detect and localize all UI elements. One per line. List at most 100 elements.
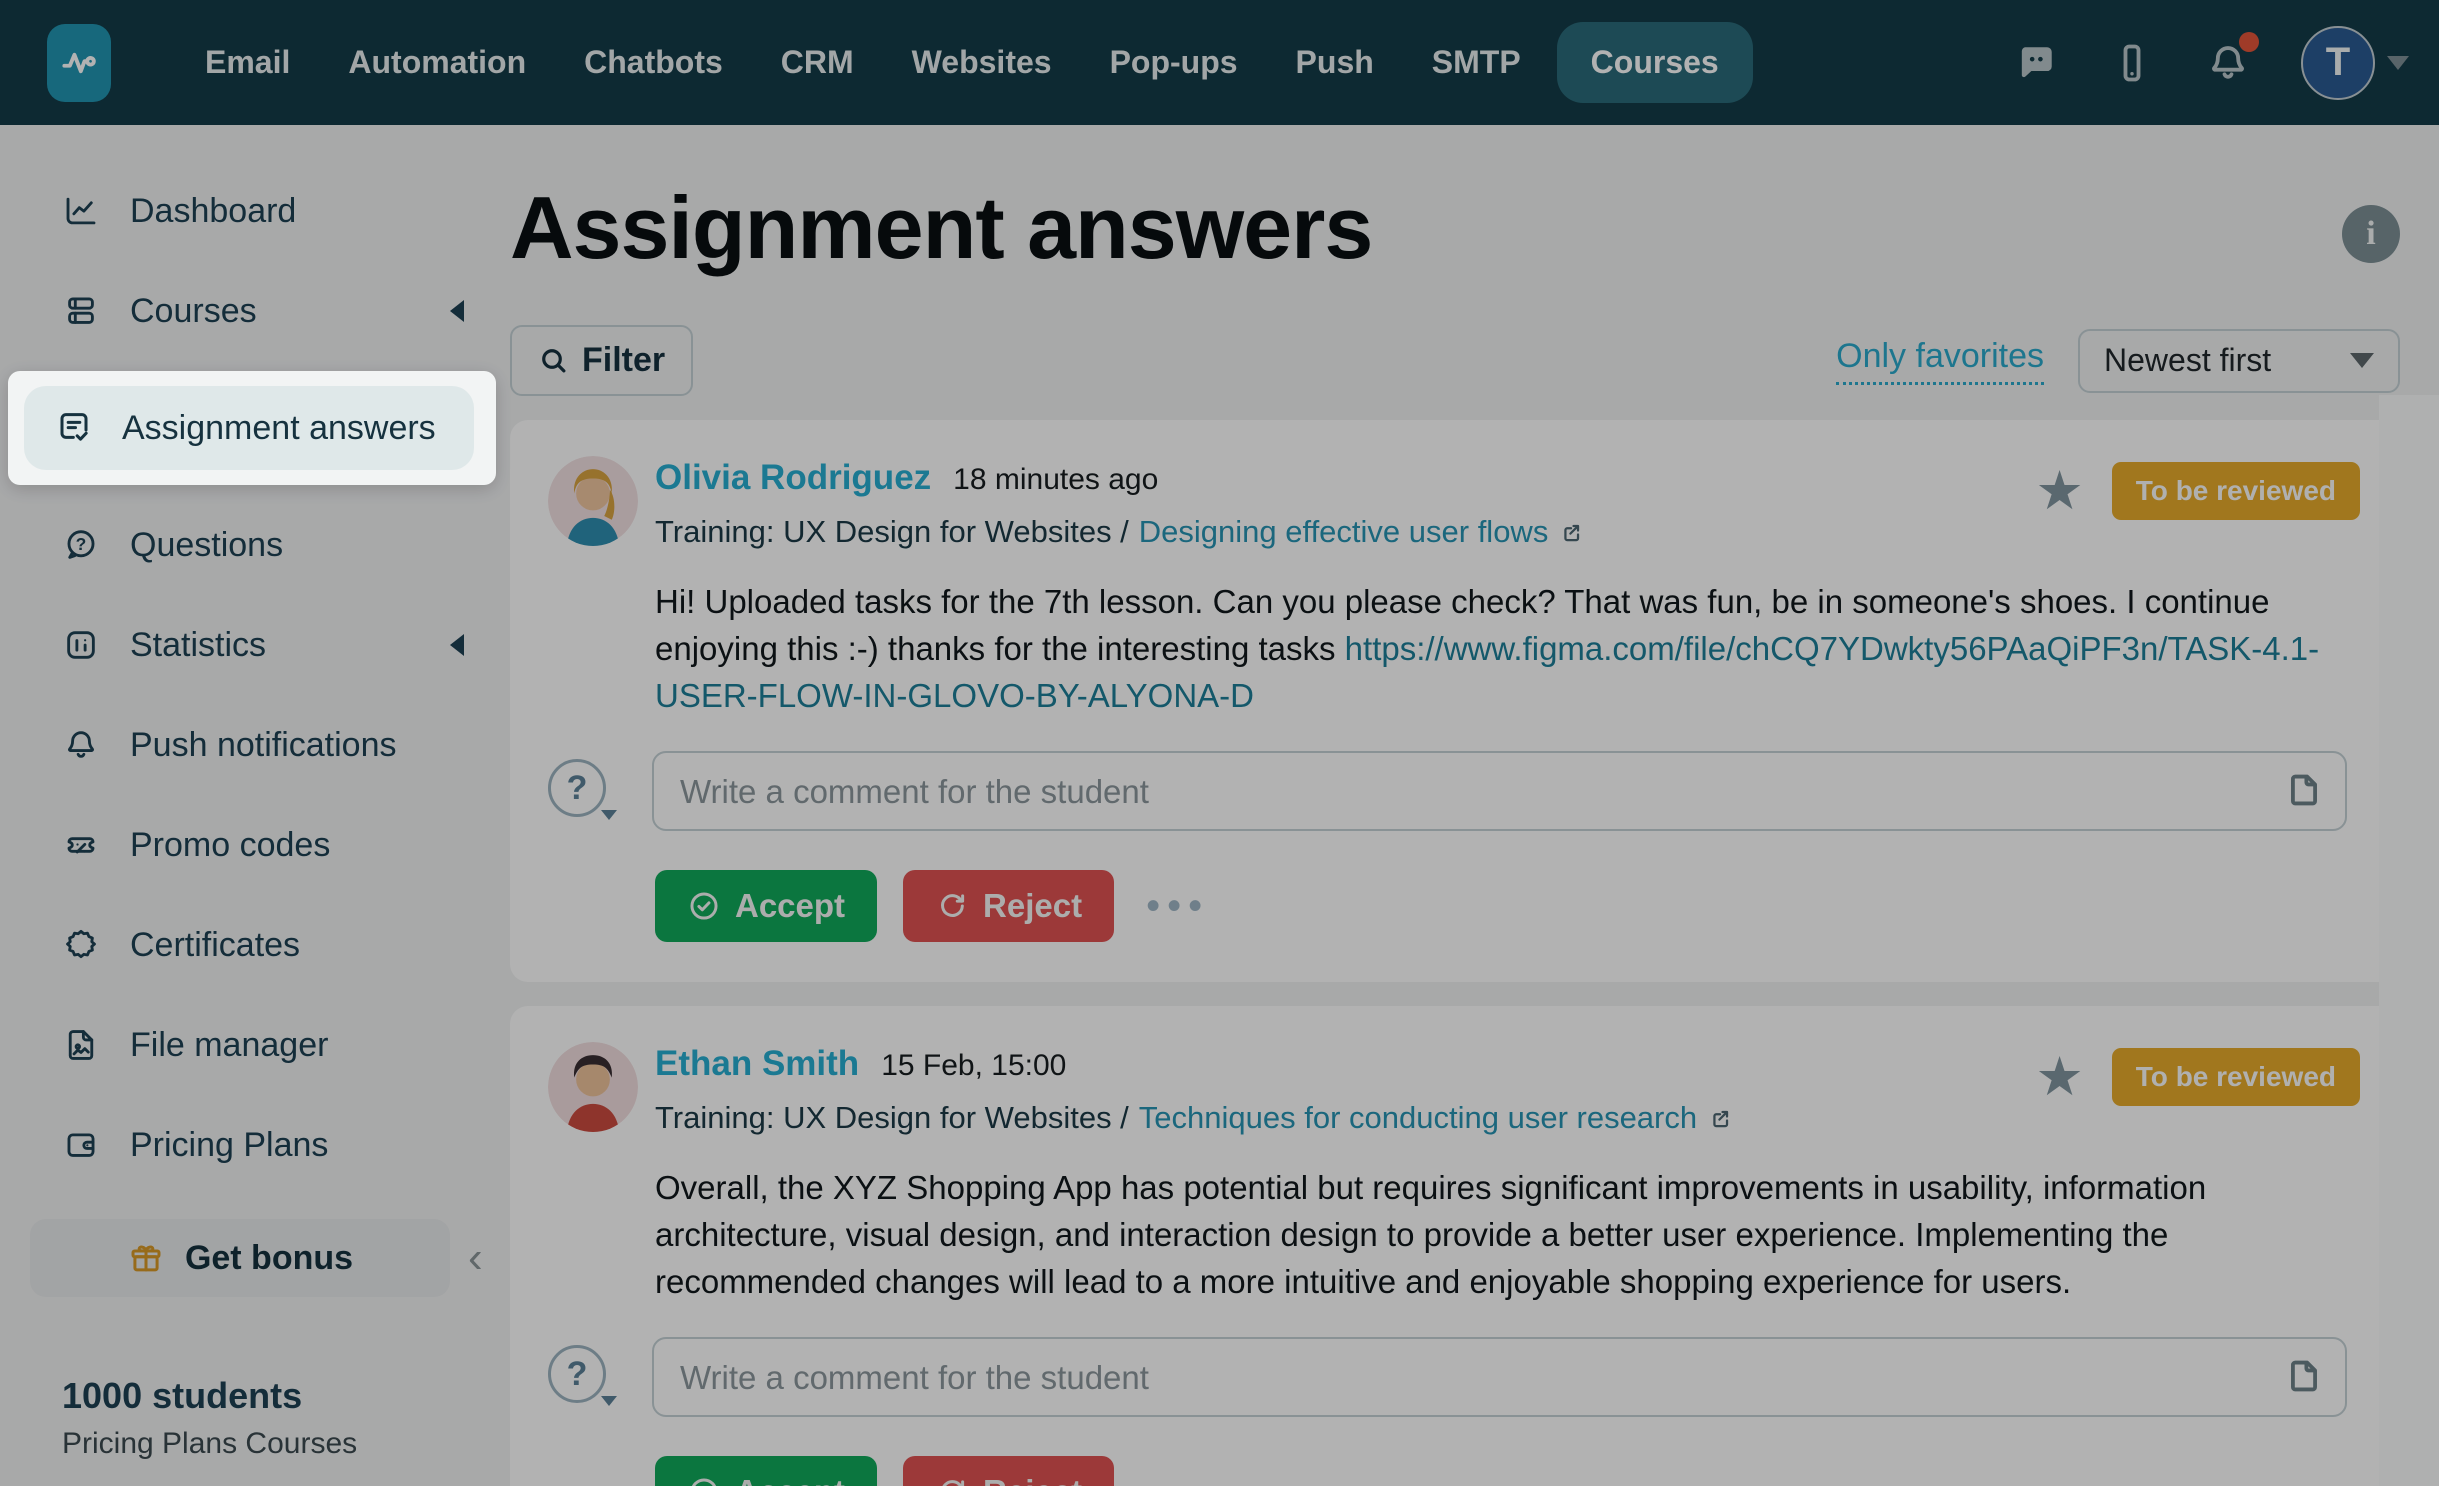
more-options-button[interactable]: ••• bbox=[1146, 898, 1209, 914]
check-circle-icon bbox=[687, 1475, 721, 1486]
attach-file-icon[interactable] bbox=[2285, 1357, 2323, 1395]
notification-dot bbox=[2239, 32, 2259, 52]
redo-arrow-icon bbox=[935, 889, 969, 923]
plan-name: Pricing Plans Courses bbox=[62, 1427, 500, 1461]
nav-item-smtp[interactable]: SMTP bbox=[1410, 24, 1543, 101]
chat-icon[interactable] bbox=[2013, 40, 2059, 86]
avatar[interactable]: T bbox=[2301, 26, 2375, 100]
info-icon[interactable]: i bbox=[2342, 205, 2400, 263]
question-glyph: ? bbox=[567, 1355, 588, 1394]
student-name-link[interactable]: Ethan Smith bbox=[655, 1044, 859, 1084]
filter-button[interactable]: Filter bbox=[510, 325, 693, 396]
favorite-star-icon[interactable]: ★ bbox=[2035, 464, 2083, 518]
sidebar-item-dashboard[interactable]: Dashboard bbox=[0, 161, 500, 261]
sidebar-item-label: Courses bbox=[130, 292, 257, 331]
attach-file-icon[interactable] bbox=[2285, 771, 2323, 809]
search-icon bbox=[538, 345, 570, 377]
comment-input[interactable] bbox=[652, 751, 2347, 831]
collapse-triangle-icon[interactable] bbox=[450, 300, 464, 322]
card-header: Ethan Smith 15 Feb, 15:00 Training: UX D… bbox=[548, 1042, 2360, 1136]
sidebar-item-push-notifications[interactable]: Push notifications bbox=[0, 695, 500, 795]
only-favorites-link[interactable]: Only favorites bbox=[1836, 337, 2044, 385]
reject-button[interactable]: Reject bbox=[903, 870, 1114, 942]
reject-label: Reject bbox=[983, 887, 1082, 925]
accept-label: Accept bbox=[735, 1473, 845, 1486]
sidebar-item-label: Certificates bbox=[130, 926, 300, 965]
top-navigation-bar: Email Automation Chatbots CRM Websites P… bbox=[0, 0, 2439, 125]
sort-dropdown[interactable]: Newest first bbox=[2078, 329, 2400, 393]
page-title: Assignment answers bbox=[510, 177, 1372, 279]
nav-item-chatbots[interactable]: Chatbots bbox=[562, 24, 745, 101]
nav-item-popups[interactable]: Pop-ups bbox=[1088, 24, 1260, 101]
sidebar-item-promo-codes[interactable]: Promo codes bbox=[0, 795, 500, 895]
sidebar-item-label: Questions bbox=[130, 526, 283, 565]
wallet-icon bbox=[62, 1126, 100, 1164]
chevron-down-icon bbox=[2350, 353, 2374, 368]
sidebar-item-label: Pricing Plans bbox=[130, 1126, 328, 1165]
action-row: Accept Reject ••• bbox=[655, 1456, 2360, 1486]
check-circle-icon bbox=[687, 889, 721, 923]
app-logo[interactable] bbox=[47, 24, 111, 102]
notifications-bell-icon[interactable] bbox=[2205, 40, 2251, 86]
assignment-card: Ethan Smith 15 Feb, 15:00 Training: UX D… bbox=[510, 1006, 2400, 1486]
toolbar: Filter Only favorites Newest first bbox=[510, 325, 2400, 396]
action-row: Accept Reject ••• bbox=[655, 870, 2360, 942]
accept-button[interactable]: Accept bbox=[655, 870, 877, 942]
external-link-icon[interactable] bbox=[1558, 519, 1585, 546]
books-icon bbox=[62, 292, 100, 330]
bonus-row: Get bonus ‹ bbox=[0, 1219, 500, 1297]
redo-arrow-icon bbox=[935, 1475, 969, 1486]
reject-label: Reject bbox=[983, 1473, 1082, 1486]
sidebar: Dashboard Courses Assignment answers ? Q… bbox=[0, 125, 500, 1486]
collapse-triangle-icon[interactable] bbox=[450, 634, 464, 656]
sidebar-item-questions[interactable]: ? Questions bbox=[0, 495, 500, 595]
reject-button[interactable]: Reject bbox=[903, 1456, 1114, 1486]
comment-input[interactable] bbox=[652, 1337, 2347, 1417]
certificate-badge-icon bbox=[62, 926, 100, 964]
file-manager-icon bbox=[62, 1026, 100, 1064]
page: Email Automation Chatbots CRM Websites P… bbox=[0, 0, 2439, 1486]
sidebar-item-file-manager[interactable]: File manager bbox=[0, 995, 500, 1095]
bell-icon bbox=[62, 726, 100, 764]
nav-item-automation[interactable]: Automation bbox=[326, 24, 548, 101]
sidebar-item-label: Dashboard bbox=[130, 192, 296, 231]
nav-item-crm[interactable]: CRM bbox=[759, 24, 876, 101]
sidebar-item-label: Push notifications bbox=[130, 726, 397, 765]
sidebar-item-statistics[interactable]: Statistics bbox=[0, 595, 500, 695]
question-bubble-icon: ? bbox=[62, 526, 100, 564]
mobile-app-icon[interactable] bbox=[2109, 40, 2155, 86]
filter-label: Filter bbox=[582, 341, 665, 380]
scrollbar-track[interactable] bbox=[2379, 395, 2439, 1486]
nav-item-push[interactable]: Push bbox=[1274, 24, 1396, 101]
nav-item-courses[interactable]: Courses bbox=[1557, 22, 1753, 103]
lesson-link[interactable]: Designing effective user flows bbox=[1139, 514, 1549, 550]
chevron-down-icon bbox=[601, 1396, 617, 1406]
card-header: Olivia Rodriguez 18 minutes ago Training… bbox=[548, 456, 2360, 550]
sidebar-collapse-icon[interactable]: ‹ bbox=[468, 1236, 483, 1280]
external-link-icon[interactable] bbox=[1707, 1105, 1734, 1132]
reviewer-placeholder-icon[interactable]: ? bbox=[548, 1345, 606, 1403]
sidebar-item-assignment-answers[interactable]: Assignment answers bbox=[24, 386, 474, 470]
sidebar-item-certificates[interactable]: Certificates bbox=[0, 895, 500, 995]
lesson-link[interactable]: Techniques for conducting user research bbox=[1139, 1100, 1697, 1136]
sidebar-item-courses[interactable]: Courses bbox=[0, 261, 500, 361]
training-breadcrumb: Training: UX Design for Websites / bbox=[655, 514, 1129, 550]
primary-nav: Email Automation Chatbots CRM Websites P… bbox=[183, 22, 1753, 103]
get-bonus-button[interactable]: Get bonus bbox=[30, 1219, 450, 1297]
reviewer-placeholder-icon[interactable]: ? bbox=[548, 759, 606, 817]
favorite-star-icon[interactable]: ★ bbox=[2035, 1050, 2083, 1104]
sidebar-item-label: Statistics bbox=[130, 626, 266, 665]
student-name-link[interactable]: Olivia Rodriguez bbox=[655, 458, 931, 498]
statistics-icon bbox=[62, 626, 100, 664]
student-message: Overall, the XYZ Shopping App has potent… bbox=[655, 1164, 2360, 1305]
nav-item-websites[interactable]: Websites bbox=[890, 24, 1074, 101]
plan-summary: 1000 students Pricing Plans Courses bbox=[62, 1375, 500, 1461]
accept-button[interactable]: Accept bbox=[655, 1456, 877, 1486]
page-header: Assignment answers i bbox=[510, 177, 2400, 279]
user-menu[interactable]: T bbox=[2301, 26, 2409, 100]
sidebar-item-pricing-plans[interactable]: Pricing Plans bbox=[0, 1095, 500, 1195]
svg-text:?: ? bbox=[76, 534, 87, 554]
dashboard-chart-icon bbox=[62, 192, 100, 230]
student-avatar bbox=[548, 456, 638, 546]
nav-item-email[interactable]: Email bbox=[183, 24, 312, 101]
